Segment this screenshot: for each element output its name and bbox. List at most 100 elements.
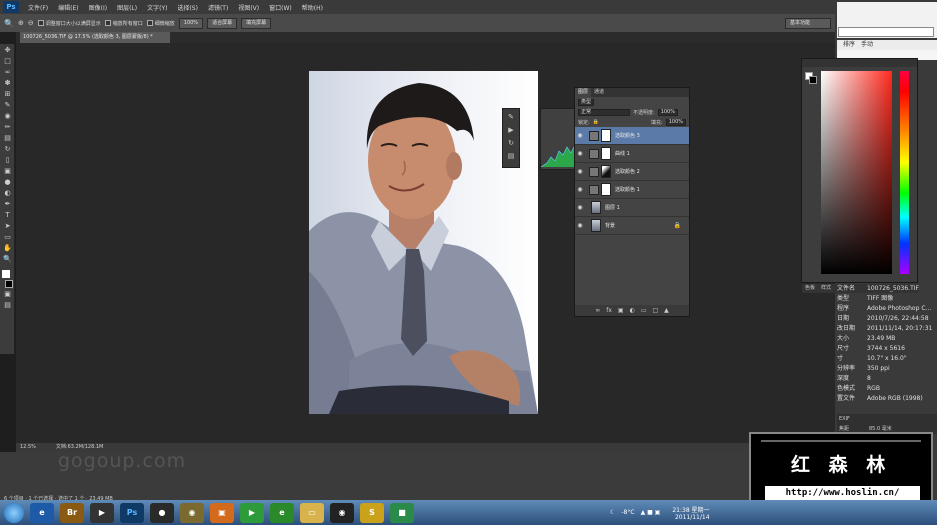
zoom-out-icon[interactable]: ⊖ bbox=[28, 19, 34, 27]
play-icon[interactable]: ▶ bbox=[505, 126, 517, 135]
move-tool-icon[interactable]: ✥ bbox=[2, 46, 13, 55]
layer-row[interactable]: ◉ 选取颜色 2 bbox=[575, 163, 689, 181]
blur-tool-icon[interactable]: ● bbox=[2, 178, 13, 187]
layer-mask-thumbnail[interactable] bbox=[601, 129, 611, 142]
layer-mask-thumbnail[interactable] bbox=[601, 147, 611, 160]
path-select-tool-icon[interactable]: ➤ bbox=[2, 222, 13, 231]
layer-row[interactable]: ◉ 选取颜色 1 bbox=[575, 181, 689, 199]
weather-icon[interactable]: ☾ bbox=[610, 509, 615, 516]
game-icon[interactable]: ◉ bbox=[180, 502, 204, 523]
menu-select[interactable]: 选择(S) bbox=[172, 3, 203, 12]
menu-edit[interactable]: 编辑(E) bbox=[53, 3, 83, 12]
fx-icon[interactable]: fx bbox=[606, 305, 612, 316]
visibility-eye-icon[interactable]: ◉ bbox=[575, 186, 585, 193]
s-app-icon[interactable]: S bbox=[360, 502, 384, 523]
sort-value[interactable]: 手动 bbox=[861, 41, 873, 48]
menu-filter[interactable]: 滤镜(T) bbox=[203, 3, 233, 12]
brush-tool-icon[interactable]: ✏ bbox=[2, 123, 13, 132]
gradient-tool-icon[interactable]: ▣ bbox=[2, 167, 13, 176]
layer-mask-thumbnail[interactable] bbox=[601, 183, 611, 196]
zoom-all-windows-checkbox[interactable]: 缩放所有窗口 bbox=[104, 20, 143, 27]
sort-label[interactable]: 排序 bbox=[843, 41, 855, 48]
menu-help[interactable]: 帮助(H) bbox=[297, 3, 328, 12]
scrubby-zoom-checkbox[interactable]: 细微缩放 bbox=[146, 20, 175, 27]
lock-icon[interactable]: 🔒 bbox=[674, 222, 681, 229]
menu-view[interactable]: 视图(V) bbox=[233, 3, 264, 12]
marquee-tool-icon[interactable]: □ bbox=[2, 57, 13, 66]
menu-file[interactable]: 文件(F) bbox=[23, 3, 53, 12]
quick-select-tool-icon[interactable]: ✽ bbox=[2, 79, 13, 88]
obs-icon[interactable]: ◉ bbox=[330, 502, 354, 523]
folder-app-icon[interactable]: ▭ bbox=[300, 502, 324, 523]
menu-layer[interactable]: 图层(L) bbox=[112, 3, 142, 12]
history-icon[interactable]: ↻ bbox=[505, 139, 517, 148]
bridge-icon[interactable]: Br bbox=[60, 502, 84, 523]
tray-icons[interactable]: ▲ ■ ▣ bbox=[641, 509, 661, 516]
search-input[interactable] bbox=[838, 27, 934, 37]
zoom-tool-icon[interactable]: 🔍 bbox=[4, 19, 14, 28]
layer-row[interactable]: ◉ 背景 🔒 bbox=[575, 217, 689, 235]
fill-screen-button[interactable]: 填充屏幕 bbox=[241, 17, 272, 29]
visibility-eye-icon[interactable]: ◉ bbox=[575, 150, 585, 157]
background-color-swatch[interactable] bbox=[5, 280, 13, 288]
mask-icon[interactable]: ▣ bbox=[618, 305, 624, 316]
link-icon[interactable]: ∞ bbox=[595, 305, 600, 316]
tab-channels[interactable]: 通道 bbox=[591, 88, 607, 97]
brush-preset-icon[interactable]: ✎ bbox=[505, 113, 517, 122]
visibility-eye-icon[interactable]: ◉ bbox=[575, 168, 585, 175]
type-tool-icon[interactable]: T bbox=[2, 211, 13, 220]
eyedropper-tool-icon[interactable]: ✎ bbox=[2, 101, 13, 110]
layer-row[interactable]: ◉ 曲线 1 bbox=[575, 145, 689, 163]
visibility-eye-icon[interactable]: ◉ bbox=[575, 204, 585, 211]
hand-tool-icon[interactable]: ✋ bbox=[2, 244, 13, 253]
fg-bg-swatch[interactable] bbox=[805, 72, 817, 84]
photoshop-icon[interactable]: Ps bbox=[120, 502, 144, 523]
clock[interactable]: 21:38 星期一 2011/11/14 bbox=[672, 505, 709, 521]
toolbox-icon[interactable]: ▣ bbox=[210, 502, 234, 523]
zoom-in-icon[interactable]: ⊕ bbox=[18, 19, 24, 27]
fill-input[interactable]: 100% bbox=[665, 118, 686, 126]
ie-icon[interactable]: e bbox=[30, 502, 54, 523]
menu-type[interactable]: 文字(Y) bbox=[142, 3, 172, 12]
tab-swatches[interactable]: 色板 bbox=[802, 284, 818, 293]
menu-window[interactable]: 窗口(W) bbox=[264, 3, 297, 12]
history-brush-tool-icon[interactable]: ↻ bbox=[2, 145, 13, 154]
menu-image[interactable]: 图像(I) bbox=[84, 3, 112, 12]
screen-mode-icon[interactable]: ▤ bbox=[2, 301, 13, 310]
layer-row[interactable]: ◉ 选取颜色 3 bbox=[575, 127, 689, 145]
document-tab[interactable]: 100726_5036.TIF @ 17.5% (选取颜色 3, 图层蒙版/8)… bbox=[20, 32, 170, 43]
stamp-tool-icon[interactable]: ▤ bbox=[2, 134, 13, 143]
kind-filter-select[interactable]: 类型 bbox=[578, 98, 595, 106]
media-icon[interactable]: ▶ bbox=[90, 502, 114, 523]
adjustment-icon[interactable]: ◐ bbox=[630, 305, 635, 316]
photoshop-logo[interactable]: Ps bbox=[3, 1, 19, 13]
resize-windows-checkbox[interactable]: 调整窗口大小以满屏显示 bbox=[37, 20, 101, 27]
pen-tool-icon[interactable]: ✒ bbox=[2, 200, 13, 209]
color-field[interactable] bbox=[821, 71, 892, 274]
qq-icon[interactable]: ● bbox=[150, 502, 174, 523]
visibility-eye-icon[interactable]: ◉ bbox=[575, 132, 585, 139]
foreground-color-swatch[interactable] bbox=[2, 270, 10, 278]
eraser-tool-icon[interactable]: ▯ bbox=[2, 156, 13, 165]
healing-tool-icon[interactable]: ◉ bbox=[2, 112, 13, 121]
exif-title[interactable]: EXIF bbox=[839, 414, 937, 424]
trash-icon[interactable]: ▲ bbox=[664, 305, 669, 316]
ie2-icon[interactable]: e bbox=[270, 502, 294, 523]
fit-screen-button[interactable]: 适合屏幕 bbox=[207, 17, 238, 29]
play-app-icon[interactable]: ▶ bbox=[240, 502, 264, 523]
green-app-icon[interactable]: ■ bbox=[390, 502, 414, 523]
blend-mode-select[interactable]: 正常 bbox=[578, 108, 630, 116]
start-button[interactable] bbox=[4, 502, 24, 523]
shape-tool-icon[interactable]: ▭ bbox=[2, 233, 13, 242]
lasso-tool-icon[interactable]: ∞ bbox=[2, 68, 13, 77]
visibility-eye-icon[interactable]: ◉ bbox=[575, 222, 585, 229]
folder-icon[interactable]: ▭ bbox=[641, 305, 647, 316]
clone-source-icon[interactable]: ▤ bbox=[505, 152, 517, 161]
lock-icon[interactable]: 🔒 bbox=[593, 119, 599, 125]
opacity-input[interactable]: 100% bbox=[657, 108, 678, 116]
layer-mask-thumbnail[interactable] bbox=[601, 165, 611, 178]
tab-layers[interactable]: 图层 bbox=[575, 88, 592, 97]
layer-row[interactable]: ◉ 图层 1 bbox=[575, 199, 689, 217]
actual-pixels-button[interactable]: 100% bbox=[178, 17, 204, 29]
dodge-tool-icon[interactable]: ◐ bbox=[2, 189, 13, 198]
